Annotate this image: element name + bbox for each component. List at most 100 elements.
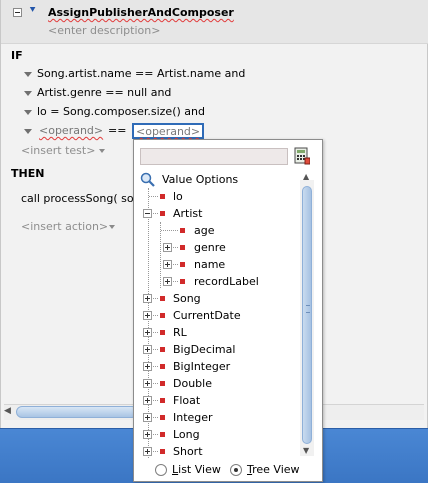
tree-item-label: name xyxy=(194,258,226,271)
insert-action-dropdown-icon[interactable] xyxy=(109,225,115,229)
field-marker-icon xyxy=(180,279,185,284)
right-operand-placeholder: <operand> xyxy=(136,125,201,138)
test-4-dropdown-icon[interactable] xyxy=(24,129,32,134)
scroll-up-arrow-icon[interactable]: ▲ xyxy=(303,172,309,181)
tree-item-label: CurrentDate xyxy=(173,309,241,322)
insert-action-link[interactable]: <insert action> xyxy=(21,220,108,233)
class-marker-icon xyxy=(160,398,165,403)
rule-description-field[interactable]: <enter description> xyxy=(48,24,160,37)
expand-toggle-icon[interactable] xyxy=(143,396,152,405)
expand-toggle-icon[interactable] xyxy=(143,294,152,303)
tree-item-label: genre xyxy=(194,241,226,254)
tree-item-label: Short xyxy=(173,445,203,458)
calculator-icon[interactable] xyxy=(294,147,310,165)
tree-item-float[interactable]: Float xyxy=(134,392,294,409)
collapse-toggle-icon[interactable] xyxy=(143,209,152,218)
horizontal-scroll-thumb[interactable] xyxy=(16,406,138,418)
tree-root-label: Value Options xyxy=(162,173,239,186)
class-marker-icon xyxy=(160,449,165,454)
rule-name[interactable]: AssignPublisherAndComposer xyxy=(48,6,234,19)
class-marker-icon xyxy=(160,313,165,318)
tree-item-rl[interactable]: RL xyxy=(134,324,294,341)
tree-item-recordlabel[interactable]: recordLabel xyxy=(134,273,294,290)
expand-toggle-icon[interactable] xyxy=(143,345,152,354)
then-keyword: THEN xyxy=(11,167,45,180)
field-marker-icon xyxy=(160,211,165,216)
field-marker-icon xyxy=(180,245,185,250)
field-marker-icon xyxy=(180,262,185,267)
insert-test-dropdown-icon[interactable] xyxy=(99,149,105,153)
list-view-radio[interactable] xyxy=(155,464,167,476)
test-1-dropdown-icon[interactable] xyxy=(24,72,32,77)
expand-toggle-icon[interactable] xyxy=(143,413,152,422)
expand-toggle-icon[interactable] xyxy=(143,328,152,337)
left-operand-placeholder[interactable]: <operand> xyxy=(39,124,103,137)
action-call[interactable]: call processSong( so xyxy=(21,192,134,205)
value-search-input[interactable] xyxy=(140,148,288,165)
if-keyword: IF xyxy=(11,49,23,62)
tree-root-value-options[interactable]: Value Options xyxy=(138,171,298,188)
field-marker-icon xyxy=(160,194,165,199)
rules-editor-window: ⯆ AssignPublisherAndComposer <enter desc… xyxy=(0,0,428,483)
value-options-popup: Value Options lo Artist age genre name r… xyxy=(133,139,323,482)
tree-item-genre[interactable]: genre xyxy=(134,239,294,256)
vertical-scrollbar[interactable]: ▲ ▼ xyxy=(300,172,314,456)
class-marker-icon xyxy=(160,415,165,420)
tree-item-double[interactable]: Double xyxy=(134,375,294,392)
tree-item-label: Double xyxy=(173,377,212,390)
tree-item-label: lo xyxy=(173,190,183,203)
tree-item-label: Float xyxy=(173,394,201,407)
tree-item-song[interactable]: Song xyxy=(134,290,294,307)
tree-view-label[interactable]: Tree View xyxy=(247,463,300,476)
tree-item-integer[interactable]: Integer xyxy=(134,409,294,426)
expand-toggle-icon[interactable] xyxy=(143,379,152,388)
tree-item-bigdecimal[interactable]: BigDecimal xyxy=(134,341,294,358)
class-marker-icon xyxy=(160,381,165,386)
tree-item-currentdate[interactable]: CurrentDate xyxy=(134,307,294,324)
tree-item-artist[interactable]: Artist xyxy=(134,205,294,222)
test-3-expression[interactable]: lo = Song.composer.size() and xyxy=(37,105,205,118)
magnifier-icon xyxy=(140,172,155,187)
list-view-label[interactable]: List View xyxy=(172,463,221,476)
vertical-scroll-thumb[interactable] xyxy=(302,186,312,444)
class-marker-icon xyxy=(160,432,165,437)
test-2-expression[interactable]: Artist.genre == null and xyxy=(37,86,171,99)
expand-toggle-icon[interactable] xyxy=(163,277,172,286)
expand-toggle-icon[interactable] xyxy=(143,311,152,320)
expand-toggle-icon[interactable] xyxy=(143,447,152,456)
expand-toggle-icon[interactable] xyxy=(143,430,152,439)
tree-item-long[interactable]: Long xyxy=(134,426,294,443)
expand-toggle-icon[interactable] xyxy=(143,362,152,371)
view-mode-options: List View Tree View xyxy=(134,460,324,482)
field-marker-icon xyxy=(180,228,185,233)
scroll-grip-icon xyxy=(306,305,310,313)
operator[interactable]: == xyxy=(108,124,126,137)
tree-item-label: Song xyxy=(173,292,201,305)
tree-item-label: Artist xyxy=(173,207,203,220)
scroll-down-arrow-icon[interactable]: ▼ xyxy=(303,446,309,455)
tree-item-label: Integer xyxy=(173,411,213,424)
class-marker-icon xyxy=(160,330,165,335)
tree-item-label: RL xyxy=(173,326,187,339)
test-2-dropdown-icon[interactable] xyxy=(24,91,32,96)
tree-item-short[interactable]: Short xyxy=(134,443,294,458)
scroll-left-arrow-icon[interactable]: ◀ xyxy=(4,406,11,416)
tree-item-age[interactable]: age xyxy=(134,222,294,239)
tree-item-label: age xyxy=(194,224,215,237)
tree-item-lo[interactable]: lo xyxy=(134,188,294,205)
tree-item-name[interactable]: name xyxy=(134,256,294,273)
class-marker-icon xyxy=(160,364,165,369)
tree-item-label: BigDecimal xyxy=(173,343,236,356)
right-operand-field[interactable]: <operand> xyxy=(132,123,205,139)
insert-test-link[interactable]: <insert test> xyxy=(21,144,95,157)
test-3-dropdown-icon[interactable] xyxy=(24,110,32,115)
expand-toggle-icon[interactable] xyxy=(163,260,172,269)
double-chevron-down-icon[interactable]: ⯆ xyxy=(29,6,36,16)
collapse-rule-toggle-icon[interactable] xyxy=(13,8,22,17)
value-options-tree: Value Options lo Artist age genre name r… xyxy=(134,170,324,458)
test-1-expression[interactable]: Song.artist.name == Artist.name and xyxy=(37,67,245,80)
tree-item-biginteger[interactable]: BigInteger xyxy=(134,358,294,375)
tree-item-label: BigInteger xyxy=(173,360,231,373)
tree-view-radio[interactable] xyxy=(230,464,242,476)
expand-toggle-icon[interactable] xyxy=(163,243,172,252)
